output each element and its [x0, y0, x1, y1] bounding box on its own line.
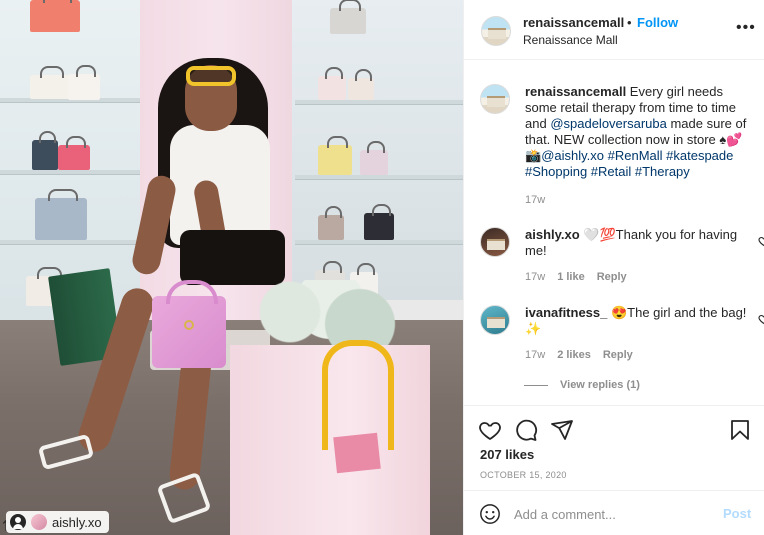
caption: renaissancemall Every girl needs some re… [480, 84, 755, 209]
tagged-user-avatar [31, 514, 47, 530]
purse-clasp [184, 320, 194, 330]
comment-likes[interactable]: 1 like [557, 271, 585, 283]
caption-username[interactable]: renaissancemall [525, 84, 626, 99]
comment-text: aishly.xo 🤍💯Thank you for having me! [525, 227, 738, 258]
commenter-username[interactable]: ivanafitness_ [525, 305, 607, 320]
comment-likes[interactable]: 2 likes [557, 349, 591, 361]
user-tag-chip[interactable]: aishly.xo [6, 511, 109, 533]
display-bag [32, 131, 58, 170]
comment: aishly.xo 🤍💯Thank you for having me! 17w… [480, 227, 764, 287]
display-bag [348, 69, 374, 100]
display-bag [364, 204, 394, 240]
display-bag [58, 136, 90, 170]
display-bag [30, 0, 80, 32]
person-skirt [180, 230, 285, 285]
likes-count[interactable]: 207 likes [480, 447, 534, 462]
mention-link[interactable]: @aishly.xo [541, 148, 604, 163]
commenter-avatar[interactable] [480, 227, 510, 257]
pink-handbag [152, 280, 226, 368]
reply-button[interactable]: Reply [603, 349, 633, 361]
location-link[interactable]: Renaissance Mall [523, 33, 618, 47]
separator-dot: • [627, 15, 632, 30]
share-icon[interactable] [550, 418, 574, 442]
comment-composer: Post [464, 490, 764, 535]
shelf [295, 100, 463, 104]
post-header: renaissancemall • Follow Renaissance Mal… [464, 0, 764, 60]
commenter-avatar[interactable] [480, 305, 510, 335]
view-replies-label: View replies (1) [560, 379, 640, 391]
comment-icon[interactable] [514, 418, 538, 442]
post-photo[interactable]: ⇅ aishly.xo [0, 0, 463, 535]
like-comment-heart-icon[interactable] [758, 313, 764, 325]
post-button[interactable]: Post [723, 506, 751, 521]
sunglasses [186, 66, 236, 86]
post-actions: 207 likes OCTOBER 15, 2020 [464, 405, 764, 490]
comment-input[interactable] [514, 503, 714, 525]
bookmark-icon[interactable] [728, 418, 752, 442]
tagged-username: aishly.xo [52, 514, 102, 530]
display-bag [318, 206, 344, 240]
comment-meta: 17w 1 like Reply [525, 271, 627, 283]
more-options-icon[interactable]: ••• [736, 20, 756, 36]
replies-divider [524, 384, 548, 386]
commenter-username[interactable]: aishly.xo [525, 227, 580, 242]
yellow-ribbon-handle [322, 340, 394, 450]
shelf [295, 175, 463, 179]
caption-age[interactable]: 17w [525, 194, 545, 206]
caption-text: renaissancemall Every girl needs some re… [525, 84, 747, 179]
comment-age[interactable]: 17w [525, 349, 545, 361]
user-tag-icon [10, 514, 26, 530]
comment-age[interactable]: 17w [525, 271, 545, 283]
view-replies-button[interactable]: View replies (1) [524, 379, 640, 391]
shelf [0, 240, 140, 244]
display-bag [318, 136, 352, 175]
display-bag [318, 67, 346, 100]
author-username[interactable]: renaissancemall [523, 15, 624, 30]
comment-text: ivanafitness_ 😍The girl and the bag!✨ [525, 305, 747, 336]
emoji-icon[interactable] [479, 503, 501, 525]
heart-icon[interactable] [478, 418, 502, 442]
display-bag [330, 0, 366, 34]
comment-meta: 17w 2 likes Reply [525, 349, 633, 361]
author-avatar[interactable] [481, 16, 511, 46]
display-bag [35, 189, 87, 240]
shelf [295, 240, 463, 244]
display-bag [30, 66, 70, 99]
display-bag [68, 65, 100, 100]
author-avatar[interactable] [480, 84, 510, 114]
display-bag [360, 141, 388, 175]
follow-button[interactable]: Follow [637, 15, 678, 30]
mention-link[interactable]: @spadeloversaruba [550, 116, 667, 131]
shelf [0, 170, 140, 174]
post-side-panel: renaissancemall • Follow Renaissance Mal… [463, 0, 764, 535]
caption-meta: 17w [525, 194, 545, 206]
comment: ivanafitness_ 😍The girl and the bag!✨ 17… [480, 305, 764, 365]
post-date[interactable]: OCTOBER 15, 2020 [480, 470, 567, 480]
bag-logo-tag [333, 432, 381, 474]
like-comment-heart-icon[interactable] [758, 235, 764, 247]
reply-button[interactable]: Reply [597, 271, 627, 283]
